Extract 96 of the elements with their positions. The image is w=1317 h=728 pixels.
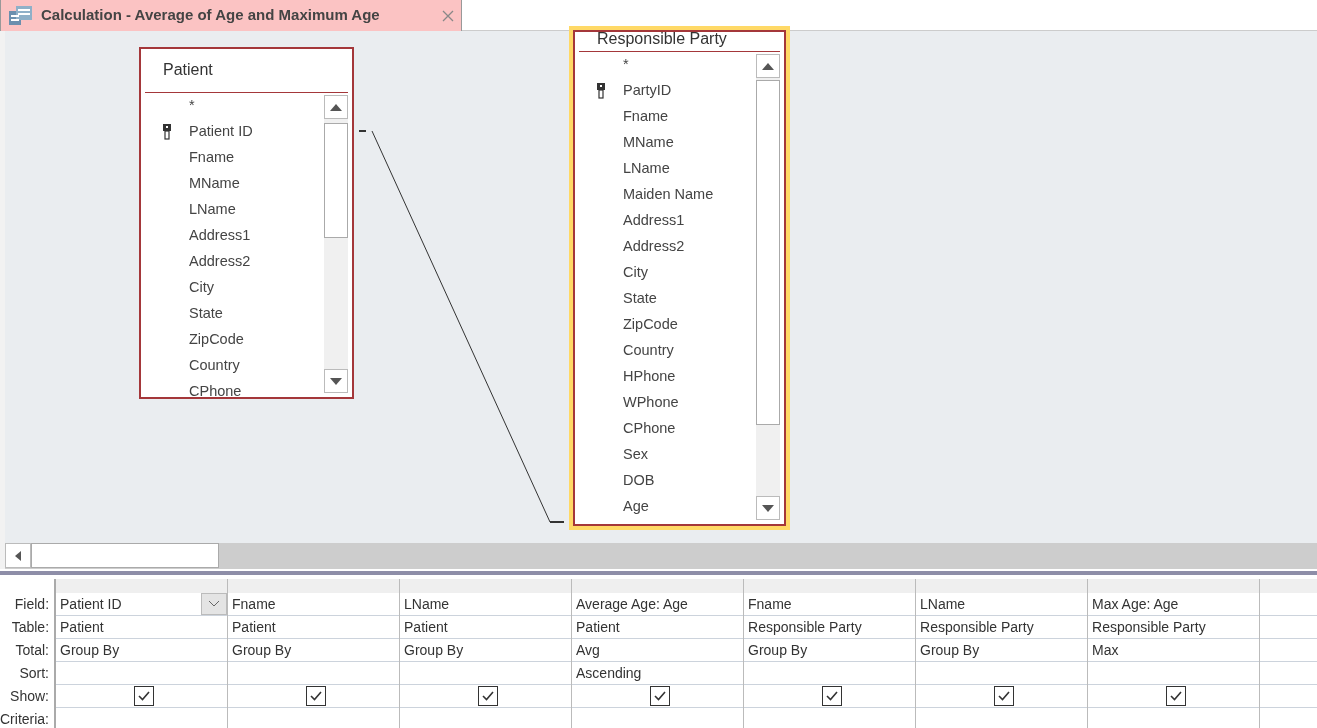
dropdown-button[interactable] — [201, 593, 227, 615]
table-cell[interactable]: Patient — [576, 616, 620, 638]
scroll-down-button[interactable] — [324, 369, 348, 393]
key-icon — [597, 83, 605, 99]
field-cell[interactable]: Fname — [748, 593, 792, 615]
scroll-left-button[interactable] — [5, 543, 31, 568]
field-name[interactable]: Patient ID — [189, 121, 253, 143]
up-arrow-icon — [762, 62, 774, 70]
scroll-thumb[interactable] — [324, 123, 348, 238]
field-name[interactable]: City — [189, 277, 214, 299]
scroll-up-button[interactable] — [756, 54, 780, 78]
chevron-down-icon — [209, 601, 219, 607]
field-name[interactable]: Address2 — [189, 251, 251, 273]
document-tab[interactable]: Calculation - Average of Age and Maximum Age — [0, 0, 462, 31]
show-checkbox[interactable] — [821, 686, 842, 706]
scroll-thumb[interactable] — [31, 543, 219, 568]
total-cell[interactable]: Group By — [404, 639, 464, 661]
total-cell[interactable]: Group By — [232, 639, 292, 661]
row-label: Show: — [9, 687, 50, 706]
field-name[interactable]: WPhone — [623, 392, 679, 414]
field-cell[interactable]: Max Age: Age — [1092, 593, 1179, 615]
show-checkbox[interactable] — [1165, 686, 1186, 706]
field-name[interactable]: Address2 — [623, 236, 685, 258]
checkmark-icon — [1169, 691, 1182, 701]
field-name[interactable]: LName — [189, 199, 236, 221]
scroll-thumb[interactable] — [756, 80, 780, 425]
field-name[interactable]: DOB — [623, 470, 655, 492]
total-cell[interactable]: Max — [1092, 639, 1119, 661]
field-name[interactable]: * — [623, 54, 629, 76]
key-icon — [163, 124, 171, 140]
down-arrow-icon — [762, 504, 774, 512]
show-checkbox[interactable] — [133, 686, 154, 706]
show-checkbox[interactable] — [477, 686, 498, 706]
field-cell[interactable]: LName — [920, 593, 966, 615]
total-cell[interactable]: Avg — [576, 639, 600, 661]
field-name[interactable]: CPhone — [623, 418, 676, 440]
field-name[interactable]: Sex — [623, 444, 648, 466]
field-name[interactable]: Fname — [189, 147, 235, 169]
field-name[interactable]: State — [189, 303, 223, 325]
close-icon[interactable] — [442, 9, 454, 22]
field-name[interactable]: Country — [189, 355, 240, 377]
field-cell[interactable]: Patient ID — [60, 593, 122, 615]
field-name[interactable]: CPhone — [189, 381, 242, 397]
field-name[interactable]: City — [623, 262, 648, 284]
table-cell[interactable]: Patient — [404, 616, 448, 638]
field-name[interactable]: LName — [623, 158, 670, 180]
show-checkbox[interactable] — [649, 686, 670, 706]
show-checkbox[interactable] — [305, 686, 326, 706]
field-name[interactable]: Age — [623, 496, 649, 518]
checkmark-icon — [997, 691, 1010, 701]
field-cell[interactable]: Fname — [232, 593, 276, 615]
table-cell[interactable]: Patient — [60, 616, 104, 638]
field-name[interactable]: MName — [623, 132, 674, 154]
field-name[interactable]: PartyID — [623, 80, 672, 102]
total-cell[interactable]: Group By — [920, 639, 980, 661]
field-cell[interactable]: Average Age: Age — [576, 593, 688, 615]
up-arrow-icon — [330, 103, 342, 111]
table-cell[interactable]: Responsible Party — [748, 616, 862, 638]
field-name[interactable]: MName — [189, 173, 240, 195]
left-arrow-icon — [15, 550, 21, 561]
field-cell[interactable]: LName — [404, 593, 450, 615]
field-name[interactable]: Address1 — [623, 210, 685, 232]
down-arrow-icon — [330, 377, 342, 385]
field-name[interactable]: HPhone — [623, 366, 676, 388]
checkmark-icon — [481, 691, 494, 701]
query-icon — [8, 4, 34, 27]
field-name[interactable]: ZipCode — [189, 329, 244, 351]
table-cell[interactable]: Responsible Party — [1092, 616, 1206, 638]
total-cell[interactable]: Group By — [60, 639, 120, 661]
field-name[interactable]: * — [189, 95, 195, 117]
scroll-up-button[interactable] — [324, 95, 348, 119]
show-checkbox[interactable] — [993, 686, 1014, 706]
field-name[interactable]: Fname — [623, 106, 669, 128]
table-title: Patient — [163, 60, 213, 80]
tab-title: Calculation - Average of Age and Maximum Age — [41, 5, 380, 26]
table-cell[interactable]: Patient — [232, 616, 276, 638]
checkmark-icon — [653, 691, 666, 701]
sort-cell[interactable]: Ascending — [576, 662, 642, 684]
row-label: Field: — [13, 595, 50, 614]
total-cell[interactable]: Group By — [748, 639, 808, 661]
checkmark-icon — [825, 691, 838, 701]
field-name[interactable]: Address1 — [189, 225, 251, 247]
checkmark-icon — [137, 691, 150, 701]
checkmark-icon — [309, 691, 322, 701]
scroll-down-button[interactable] — [756, 496, 780, 520]
row-label: Table: — [10, 618, 50, 637]
field-name[interactable]: Maiden Name — [623, 184, 714, 206]
field-name[interactable]: ZipCode — [623, 314, 678, 336]
row-label: Criteria: — [0, 710, 50, 728]
table-window[interactable]: Patient * Patient ID Fname MName LName Address1 Address2 City State ZipCode Country CPhone — [139, 47, 354, 399]
table-cell[interactable]: Responsible Party — [920, 616, 1034, 638]
field-name[interactable]: State — [623, 288, 657, 310]
field-name[interactable]: Country — [623, 340, 674, 362]
row-label: Total: — [14, 641, 50, 660]
table-title: Responsible Party — [597, 29, 727, 49]
row-label: Sort: — [18, 664, 50, 683]
